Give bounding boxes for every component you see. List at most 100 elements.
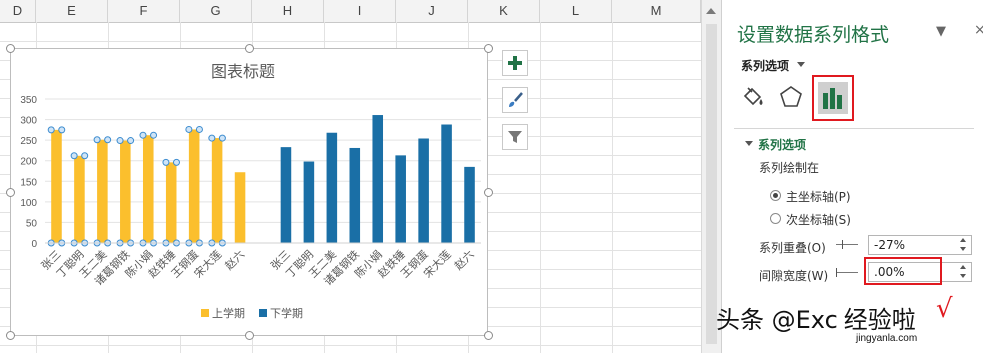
chart-title: 图表标题 <box>211 62 275 81</box>
section-collapse-caret-icon[interactable] <box>745 141 753 146</box>
resize-handle-bottom[interactable] <box>245 331 254 340</box>
y-tick-label: 200 <box>20 157 37 168</box>
chart-elements-button[interactable] <box>502 50 528 76</box>
resize-handle-bottom-right[interactable] <box>484 331 493 340</box>
bar-selection-handle <box>172 158 180 166</box>
bar <box>234 172 246 243</box>
bar <box>188 129 200 243</box>
series-overlap-value: -27% <box>874 238 906 252</box>
resize-handle-bottom-left[interactable] <box>6 331 15 340</box>
column-header-j[interactable]: J <box>396 0 468 22</box>
chart-area[interactable]: 图表标题 0 50 100 150 200 250 300 350 张三 丁聪明 王二美 诸葛钢铁 陈小娟… <box>10 48 488 336</box>
row-gridline <box>0 345 701 346</box>
bar <box>97 139 108 243</box>
column-gridline <box>612 22 613 353</box>
bar <box>418 138 429 243</box>
effects-tab[interactable] <box>774 80 808 114</box>
series-options-caret-icon[interactable] <box>797 62 805 67</box>
bar <box>326 132 338 243</box>
chart-styles-button[interactable] <box>502 87 528 113</box>
bar <box>142 135 154 243</box>
y-tick-label: 250 <box>20 136 37 147</box>
series-overlap-slider[interactable] <box>836 244 858 245</box>
spin-down-icon[interactable] <box>960 274 966 278</box>
scroll-up-arrow-icon[interactable] <box>706 8 716 14</box>
bar <box>165 162 177 243</box>
series-overlap-input[interactable]: -27% <box>868 235 972 255</box>
bar-selection-handle <box>208 134 216 142</box>
bar-chart: 图表标题050100150200250300350张三丁聪明王二美诸葛钢铁陈小娟… <box>20 62 481 320</box>
paintbrush-icon <box>509 92 523 107</box>
gap-width-slider[interactable] <box>836 272 858 273</box>
funnel-icon <box>508 131 522 143</box>
watermark-url: jingyanla.com <box>856 333 918 344</box>
resize-handle-right[interactable] <box>484 188 493 197</box>
x-tick-label: 赵六 <box>451 247 476 272</box>
pane-options-chevron-icon[interactable]: ▼ <box>936 24 946 39</box>
y-tick-label: 100 <box>20 198 37 209</box>
watermark-brand: 经验啦 <box>843 306 916 334</box>
column-header-i[interactable]: I <box>324 0 396 22</box>
column-header-row: D E F G H I J K L M <box>0 0 701 23</box>
gap-width-slider-knob[interactable] <box>836 268 837 277</box>
bar <box>211 138 223 243</box>
resize-handle-top-left[interactable] <box>6 44 15 53</box>
bar-selection-handle <box>195 125 203 133</box>
bar-selection-handle <box>58 126 66 134</box>
y-tick-label: 150 <box>20 177 37 188</box>
bar-chart-icon <box>823 88 842 109</box>
spin-up-icon[interactable] <box>960 238 966 242</box>
column-header-f[interactable]: F <box>108 0 180 22</box>
bar-selection-handle <box>93 136 101 144</box>
watermark: 头条 @Exc 经验啦 <box>716 300 916 335</box>
bar <box>280 147 292 243</box>
y-tick-label: 50 <box>26 218 38 229</box>
bar <box>303 161 315 243</box>
bar <box>441 124 452 243</box>
column-header-d[interactable]: D <box>0 0 36 22</box>
bar <box>372 115 384 243</box>
scrollbar-thumb[interactable] <box>706 24 717 344</box>
series-options-tab[interactable] <box>812 75 854 121</box>
column-header-e[interactable]: E <box>36 0 108 22</box>
series-options-dropdown[interactable]: 系列选项 <box>741 57 789 74</box>
gap-width-highlight-box <box>864 257 942 285</box>
gap-width-spinner[interactable] <box>960 265 968 279</box>
primary-axis-label[interactable]: 主坐标轴(P) <box>786 188 851 205</box>
row-gridline <box>0 41 701 42</box>
primary-axis-radio[interactable] <box>770 190 781 201</box>
series-overlap-slider-knob[interactable] <box>842 240 843 249</box>
fill-line-tab[interactable] <box>736 80 770 114</box>
resize-handle-left[interactable] <box>6 188 15 197</box>
pane-divider <box>734 128 974 129</box>
section-title[interactable]: 系列选项 <box>758 136 806 153</box>
legend-swatch <box>259 309 267 317</box>
bar-selection-handle <box>104 136 112 144</box>
chart-filters-button[interactable] <box>502 124 528 150</box>
column-header-g[interactable]: G <box>180 0 252 22</box>
watermark-checkmark: √ <box>936 294 953 324</box>
column-header-k[interactable]: K <box>468 0 540 22</box>
series-overlap-spinner[interactable] <box>960 238 968 252</box>
column-header-h[interactable]: H <box>252 0 324 22</box>
bar-selection-handle <box>127 137 135 145</box>
secondary-axis-label[interactable]: 次坐标轴(S) <box>786 211 851 228</box>
secondary-axis-radio[interactable] <box>770 213 781 224</box>
bar-selection-handle <box>47 126 55 134</box>
spin-down-icon[interactable] <box>960 247 966 251</box>
radio-selected-dot <box>773 193 778 198</box>
y-tick-label: 350 <box>20 95 37 106</box>
pane-close-icon[interactable]: × <box>974 22 983 38</box>
spin-up-icon[interactable] <box>960 265 966 269</box>
bar <box>120 140 131 243</box>
pane-title: 设置数据系列格式 <box>737 24 890 46</box>
gap-width-label: 间隙宽度(W) <box>759 269 829 283</box>
column-header-l[interactable]: L <box>540 0 612 22</box>
bar-selection-handle <box>139 131 147 139</box>
bar-selection-handle <box>185 125 193 133</box>
bar <box>395 155 406 243</box>
resize-handle-top-right[interactable] <box>484 44 493 53</box>
column-header-m[interactable]: M <box>612 0 701 22</box>
bar-selection-handle <box>218 134 226 142</box>
resize-handle-top[interactable] <box>245 44 254 53</box>
